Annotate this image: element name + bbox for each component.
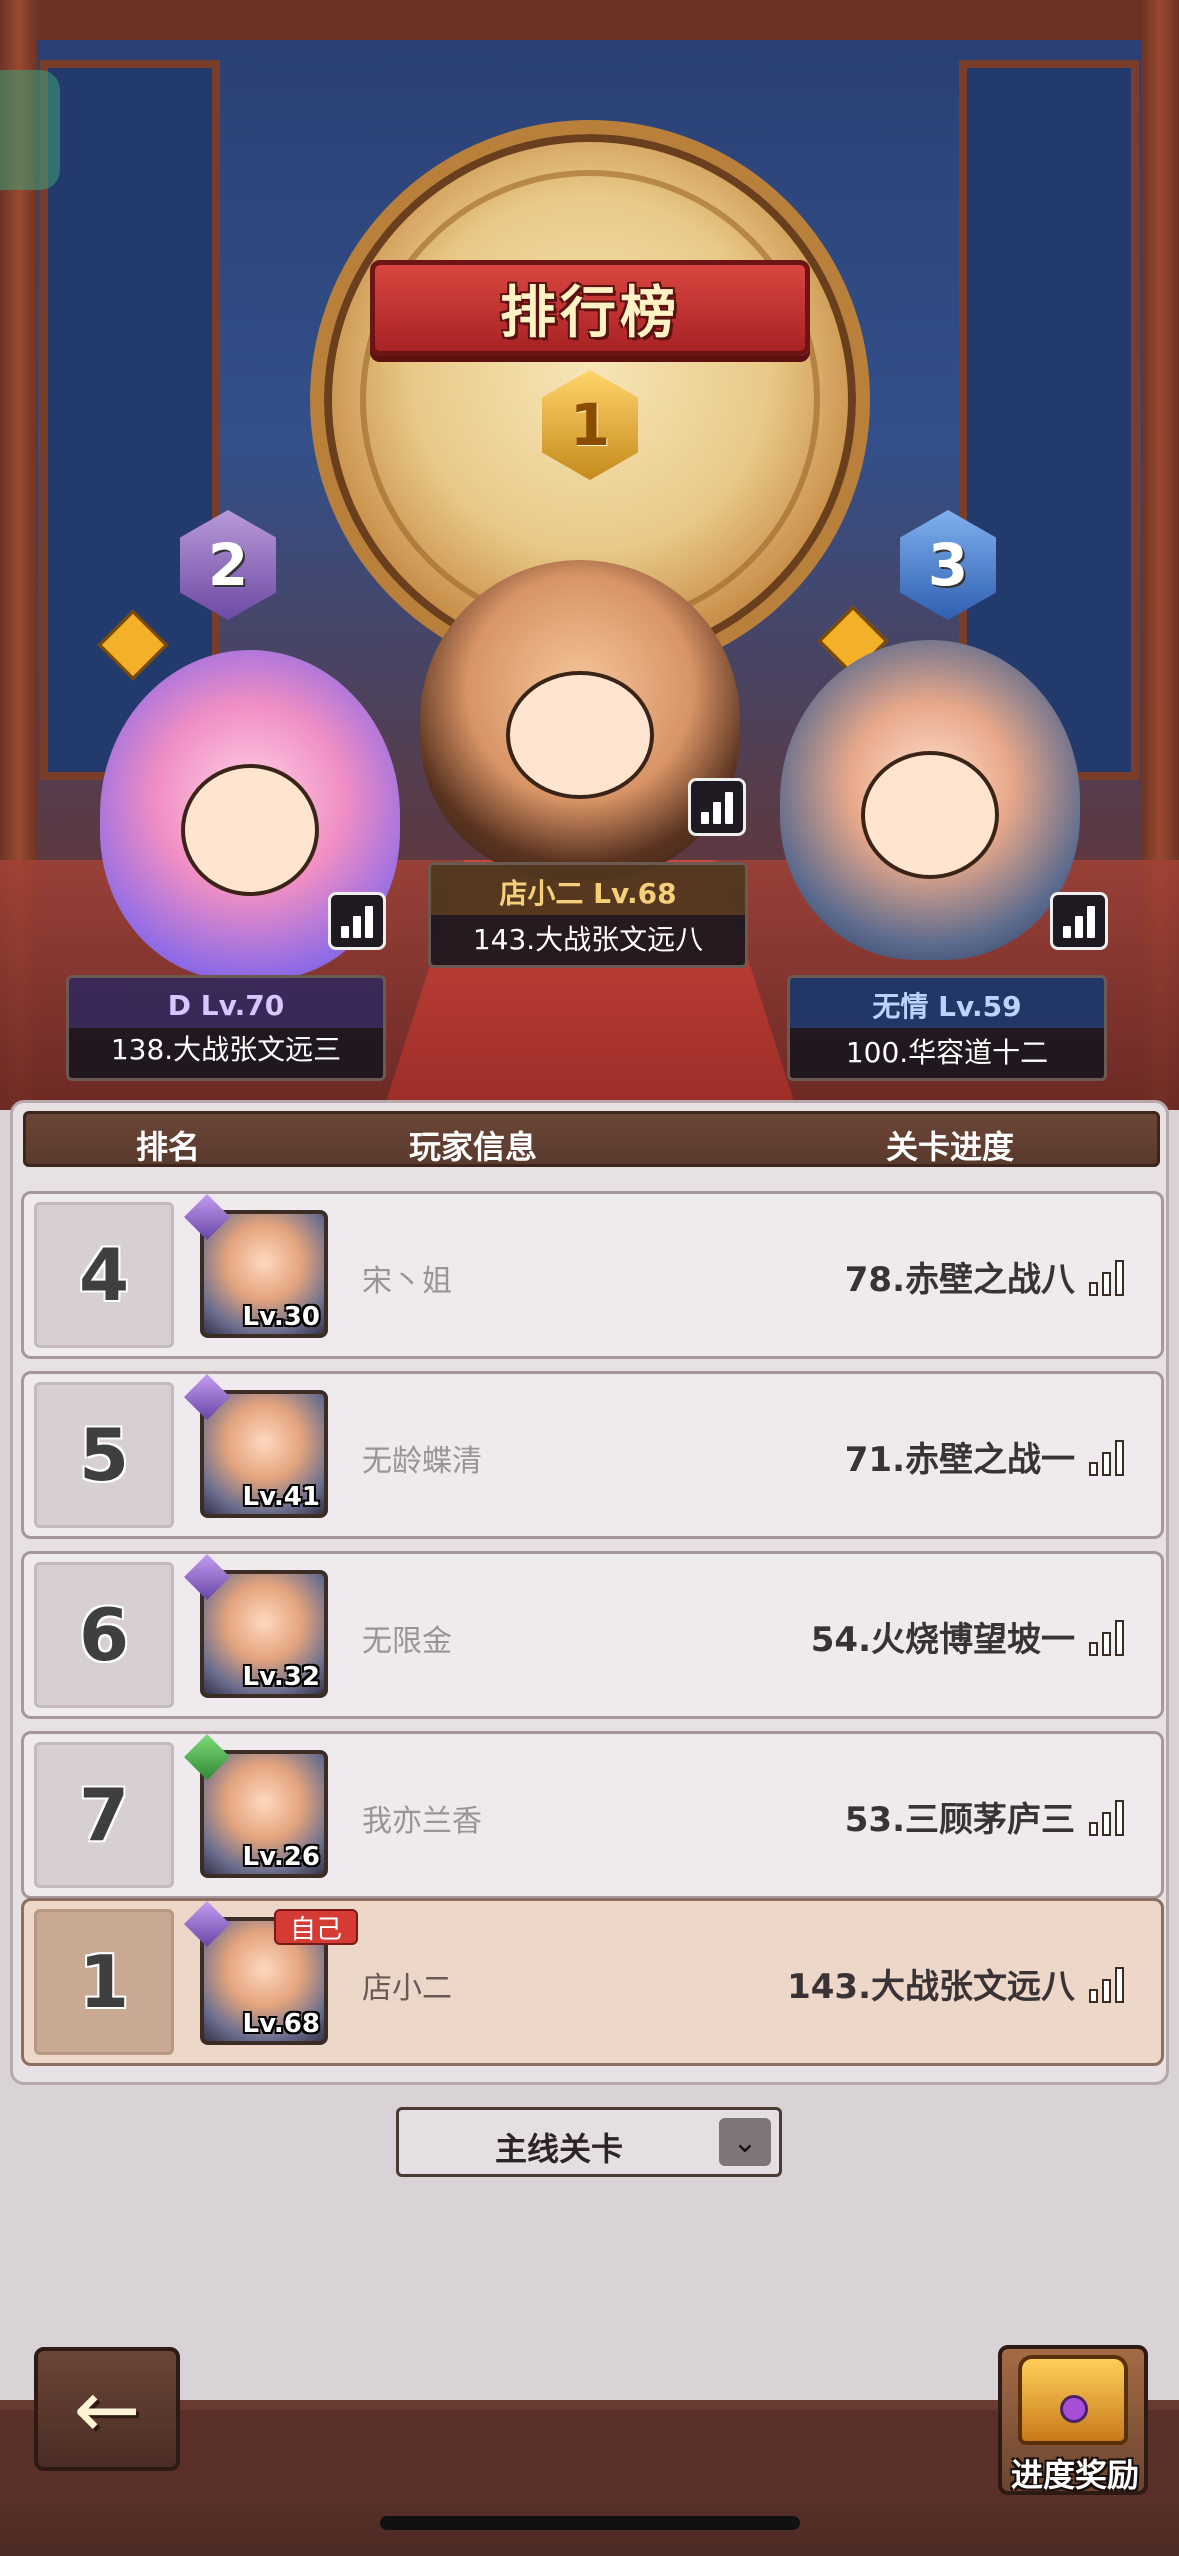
header-progress: 关卡进度	[886, 1128, 1015, 1166]
player-name-level: 店小二 Lv.68	[499, 877, 677, 910]
page-title: 排行榜	[500, 280, 680, 346]
player-name: 我亦兰香	[362, 1804, 482, 1839]
row-rank: 4	[34, 1202, 174, 1348]
signal-bars-icon[interactable]	[1089, 1436, 1133, 1476]
stage-progress: 53.三顾茅庐三	[844, 1800, 1075, 1840]
avatar-level: Lv.68	[242, 2009, 320, 2039]
player-avatar[interactable]: Lv.30	[200, 1210, 328, 1338]
reward-label: 进度奖励	[1010, 2456, 1139, 2494]
roof-beam	[0, 0, 1179, 40]
rank-3-hero-portrait[interactable]	[780, 640, 1080, 960]
avatar-level: Lv.41	[242, 1482, 320, 1512]
signal-bars-icon[interactable]	[1089, 1963, 1133, 2003]
self-tag: 自己	[274, 1909, 358, 1945]
player-name: 无限金	[362, 1624, 452, 1659]
home-indicator[interactable]	[380, 2516, 800, 2530]
rank-3-nameplate: 无情 Lv.59 100.华容道十二	[787, 975, 1107, 1081]
avatar-level: Lv.30	[242, 1302, 320, 1332]
hero-face	[861, 751, 999, 879]
self-row[interactable]: 1 Lv.68 自己 店小二 143.大战张文远八	[21, 1898, 1164, 2066]
stage-progress: 78.赤壁之战八	[844, 1260, 1075, 1300]
title-banner: 排行榜	[370, 260, 810, 356]
avatar-level: Lv.26	[242, 1842, 320, 1872]
player-name: 无龄蝶清	[362, 1444, 482, 1479]
player-name: 宋丶姐	[362, 1264, 452, 1299]
rank-1-nameplate: 店小二 Lv.68 143.大战张文远八	[428, 862, 748, 968]
player-avatar[interactable]: Lv.26	[200, 1750, 328, 1878]
signal-bars-icon[interactable]	[328, 892, 386, 950]
leaderboard-row[interactable]: 5 Lv.41 无龄蝶清 71.赤壁之战一	[21, 1371, 1164, 1539]
category-dropdown[interactable]: 主线关卡 ⌄	[396, 2107, 782, 2177]
dropdown-selected: 主线关卡	[494, 2130, 623, 2168]
leaderboard-row[interactable]: 4 Lv.30 宋丶姐 78.赤壁之战八	[21, 1191, 1164, 1359]
floating-assistant-widget[interactable]	[0, 70, 60, 190]
hero-face	[506, 671, 654, 799]
stage-progress: 143.大战张文远八	[787, 1967, 1075, 2007]
signal-bars-icon[interactable]	[1089, 1256, 1133, 1296]
list-header: 排名 玩家信息 关卡进度	[23, 1111, 1160, 1167]
hero-face	[181, 764, 319, 896]
stage-progress: 54.火烧博望坡一	[810, 1620, 1075, 1660]
leaderboard-row[interactable]: 7 Lv.26 我亦兰香 53.三顾茅庐三	[21, 1731, 1164, 1899]
player-avatar[interactable]: Lv.32	[200, 1570, 328, 1698]
rank-2-nameplate: D Lv.70 138.大战张文远三	[66, 975, 386, 1081]
row-rank: 6	[34, 1562, 174, 1708]
signal-bars-icon[interactable]	[1089, 1616, 1133, 1656]
row-rank: 1	[34, 1909, 174, 2055]
chevron-down-icon[interactable]: ⌄	[719, 2118, 771, 2166]
stage-progress: 71.赤壁之战一	[844, 1440, 1075, 1480]
signal-bars-icon[interactable]	[688, 778, 746, 836]
player-name-level: D Lv.70	[167, 988, 285, 1022]
avatar-level: Lv.32	[242, 1662, 320, 1692]
back-button[interactable]: ←	[34, 2347, 180, 2471]
player-stage: 143.大战张文远八	[472, 923, 704, 956]
player-name-level: 无情 Lv.59	[872, 990, 1022, 1023]
row-rank: 7	[34, 1742, 174, 1888]
leaderboard-list[interactable]: 排名 玩家信息 关卡进度 4 Lv.30 宋丶姐 78.赤壁之战八 5 Lv.4…	[10, 1100, 1169, 2085]
chest-gem-icon	[1060, 2395, 1088, 2423]
signal-bars-icon[interactable]	[1050, 892, 1108, 950]
player-stage: 138.大战张文远三	[110, 1032, 342, 1066]
leaderboard-row[interactable]: 6 Lv.32 无限金 54.火烧博望坡一	[21, 1551, 1164, 1719]
player-avatar[interactable]: Lv.41	[200, 1390, 328, 1518]
player-stage: 100.华容道十二	[845, 1036, 1049, 1069]
player-name: 店小二	[362, 1971, 452, 2006]
back-arrow-icon: ←	[73, 2362, 141, 2456]
header-rank: 排名	[136, 1128, 201, 1166]
header-player-info: 玩家信息	[409, 1128, 538, 1166]
row-rank: 5	[34, 1382, 174, 1528]
signal-bars-icon[interactable]	[1089, 1796, 1133, 1836]
